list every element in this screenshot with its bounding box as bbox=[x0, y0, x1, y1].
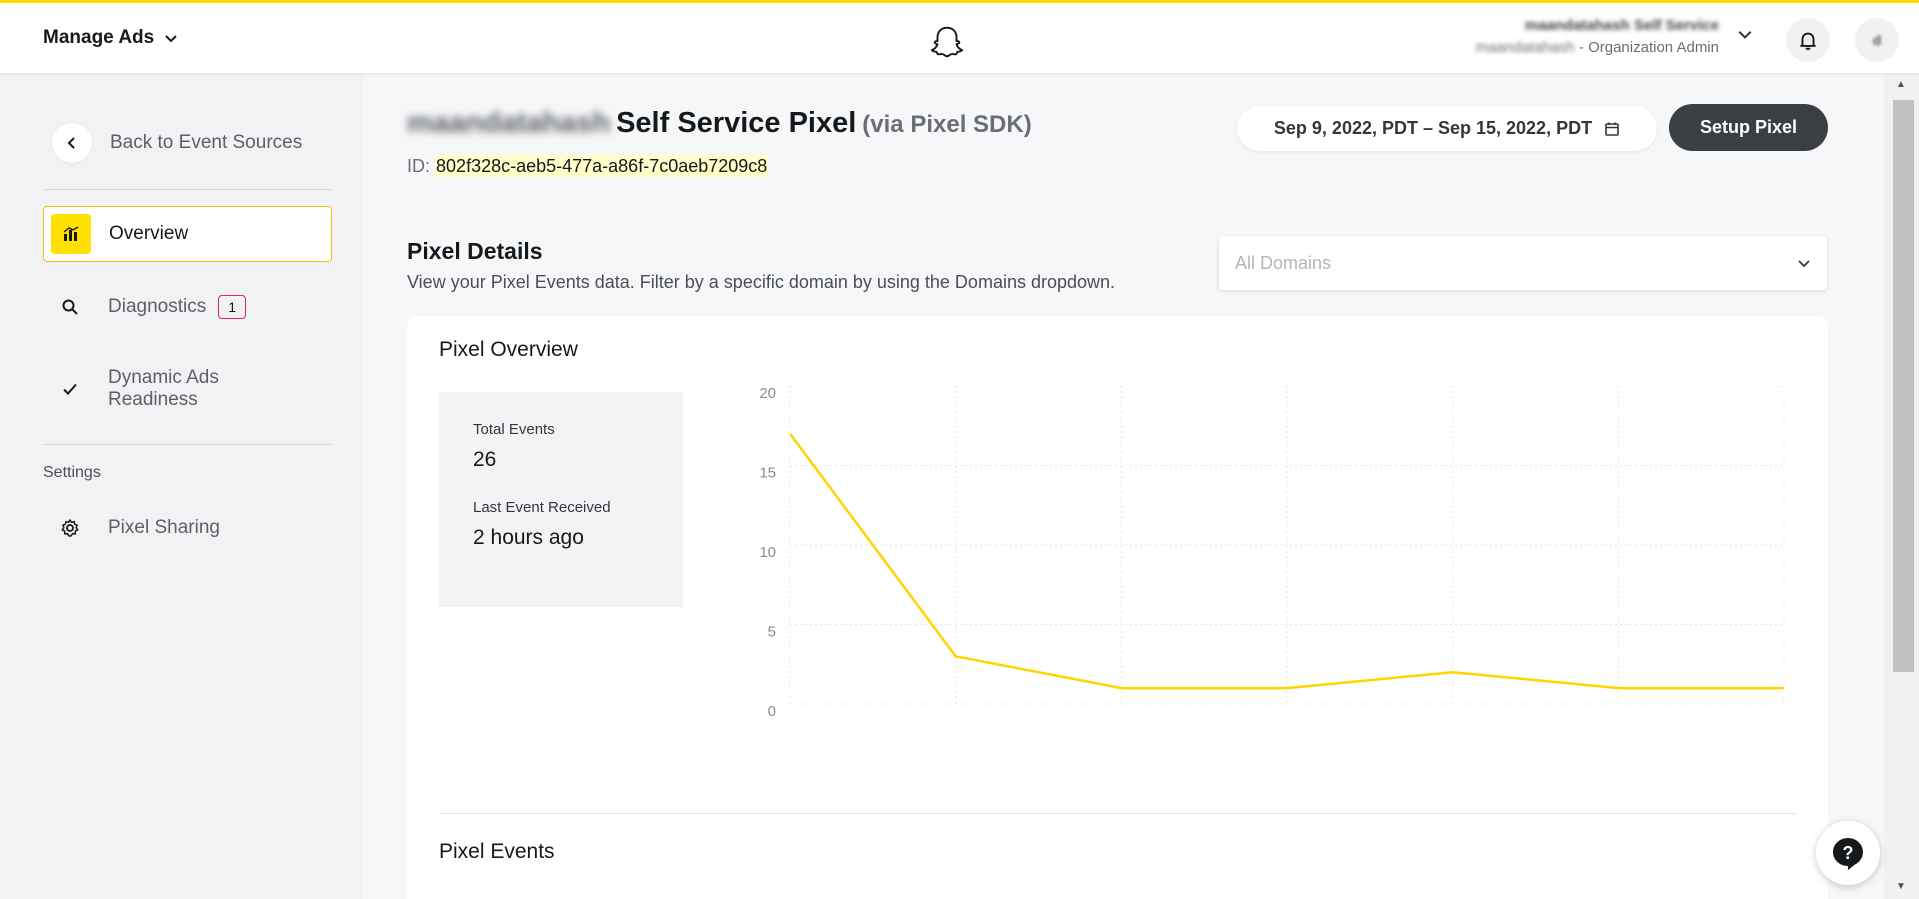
y-tick-label: 0 bbox=[768, 703, 776, 720]
gear-icon bbox=[61, 519, 79, 537]
back-label: Back to Event Sources bbox=[110, 132, 303, 153]
pixel-title: Self Service Pixel bbox=[616, 107, 857, 139]
y-tick-label: 20 bbox=[759, 386, 776, 402]
y-tick-label: 5 bbox=[768, 624, 776, 641]
pixel-details-description: View your Pixel Events data. Filter by a… bbox=[407, 272, 1116, 292]
svg-text:?: ? bbox=[1843, 843, 1854, 863]
pixel-overview-card: Pixel Overview Total Events 26 Last Even… bbox=[407, 316, 1828, 899]
sidebar-item-dynamic-ads-readiness[interactable]: Dynamic Ads Readiness bbox=[43, 367, 332, 411]
last-event-value: 2 hours ago bbox=[473, 526, 584, 549]
page-scrollbar[interactable]: ▲ ▼ bbox=[1884, 73, 1919, 899]
date-range-value: Sep 9, 2022, PDT – Sep 15, 2022, PDT bbox=[1273, 118, 1593, 138]
account-name: maandatahash Self Service bbox=[1524, 17, 1719, 34]
scroll-up-arrow-icon[interactable]: ▲ bbox=[1896, 79, 1906, 90]
overview-stats-panel: Total Events 26 Last Event Received 2 ho… bbox=[439, 392, 683, 607]
pixel-overview-heading: Pixel Overview bbox=[439, 338, 578, 361]
divider bbox=[439, 813, 1796, 814]
pixel-id-value[interactable]: 802f328c-aeb5-477a-a86f-7c0aeb7209c8 bbox=[435, 155, 769, 177]
pixel-id-label: ID: bbox=[407, 156, 431, 176]
sidebar-item-label: Diagnostics bbox=[108, 296, 207, 317]
diagnostics-count-badge: 1 bbox=[218, 295, 247, 319]
total-events-value: 26 bbox=[473, 448, 497, 471]
divider bbox=[43, 189, 332, 190]
help-chat-icon: ? bbox=[1833, 838, 1863, 870]
avatar[interactable]: d bbox=[1855, 18, 1899, 62]
account-role: - Organization Admin bbox=[1574, 39, 1719, 56]
date-range-picker[interactable]: Sep 9, 2022, PDT – Sep 15, 2022, PDT bbox=[1237, 106, 1657, 151]
account-org: maandatahash bbox=[1475, 39, 1575, 56]
settings-heading: Settings bbox=[43, 464, 101, 481]
pixel-source: (via Pixel SDK) bbox=[862, 111, 1032, 138]
search-icon bbox=[62, 299, 78, 315]
last-event-label: Last Event Received bbox=[473, 499, 611, 516]
bell-icon bbox=[1800, 32, 1816, 51]
sidebar-item-label: Dynamic Ads Readiness bbox=[108, 367, 219, 410]
y-tick-label: 10 bbox=[759, 544, 776, 561]
divider bbox=[43, 444, 332, 445]
top-bar: Manage Ads maandatahash Self Service maa… bbox=[0, 0, 1919, 73]
chevron-left-icon bbox=[67, 137, 75, 149]
domains-dropdown[interactable]: All Domains bbox=[1219, 236, 1827, 290]
manage-ads-label: Manage Ads bbox=[43, 27, 155, 48]
back-to-event-sources-link[interactable]: Back to Event Sources bbox=[52, 123, 302, 163]
sidebar-item-diagnostics[interactable]: Diagnostics 1 bbox=[43, 287, 332, 327]
main-content: maandatahash Self Service Pixel (via Pix… bbox=[363, 73, 1884, 899]
pixel-id: ID: 802f328c-aeb5-477a-a86f-7c0aeb7209c8 bbox=[407, 155, 769, 177]
snapchat-ghost-icon[interactable] bbox=[928, 23, 966, 61]
account-switcher[interactable]: maandatahash Self Service maandatahash -… bbox=[1476, 17, 1720, 56]
events-line-chart: 20 15 10 5 0 bbox=[759, 386, 1785, 720]
scrollbar-thumb[interactable] bbox=[1893, 100, 1914, 672]
chevron-down-icon bbox=[165, 35, 177, 43]
sidebar-item-overview[interactable]: Overview bbox=[43, 206, 332, 262]
calendar-icon bbox=[1605, 122, 1619, 136]
setup-pixel-button[interactable]: Setup Pixel bbox=[1669, 104, 1828, 151]
notifications-button[interactable] bbox=[1786, 18, 1830, 62]
sidebar-item-label: Pixel Sharing bbox=[108, 517, 220, 538]
page-title: maandatahash Self Service Pixel (via Pix… bbox=[407, 107, 1032, 140]
manage-ads-menu[interactable]: Manage Ads bbox=[43, 27, 178, 49]
y-tick-label: 15 bbox=[759, 465, 776, 482]
total-events-label: Total Events bbox=[473, 421, 555, 438]
sidebar: Back to Event Sources Overview Diagnosti… bbox=[0, 73, 363, 899]
chevron-down-icon bbox=[1798, 260, 1810, 268]
chart-icon bbox=[63, 226, 79, 241]
domains-selected-value: All Domains bbox=[1235, 252, 1332, 273]
pixel-events-heading: Pixel Events bbox=[439, 840, 555, 863]
pixel-owner-name: maandatahash bbox=[407, 107, 611, 139]
scroll-down-arrow-icon[interactable]: ▼ bbox=[1896, 881, 1906, 892]
pixel-details-heading: Pixel Details bbox=[407, 238, 543, 264]
sidebar-item-pixel-sharing[interactable]: Pixel Sharing bbox=[43, 508, 332, 548]
chevron-down-icon[interactable] bbox=[1737, 26, 1753, 42]
sidebar-item-label: Overview bbox=[109, 223, 189, 244]
check-icon bbox=[63, 383, 77, 395]
help-chat-button[interactable]: ? bbox=[1816, 821, 1880, 885]
